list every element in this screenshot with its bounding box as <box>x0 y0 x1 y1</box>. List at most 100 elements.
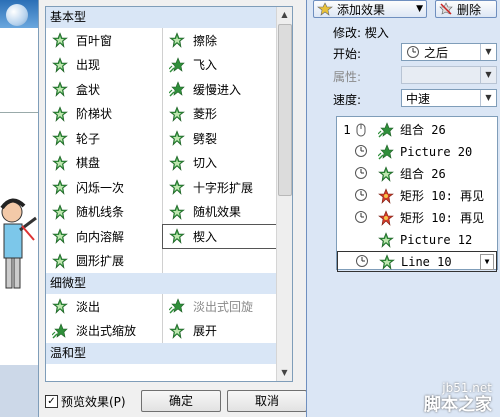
sequence-item[interactable]: 1 组合 26 <box>337 119 497 140</box>
clock-icon <box>354 166 370 182</box>
star-fly-icon <box>51 322 68 339</box>
star-effect-icon <box>52 228 68 245</box>
effect-option[interactable]: 飞入 <box>162 52 278 77</box>
animation-sequence-list[interactable]: 1 组合 26 Picture 20 组合 26 矩形 10: 再见 矩形 10: 再见 P… <box>336 116 498 272</box>
start-select[interactable]: 之后 ▼ <box>401 43 497 61</box>
chevron-down-icon: ▼ <box>480 67 496 83</box>
property-label: 属性: <box>333 70 362 84</box>
star-effect-icon <box>169 228 185 245</box>
chevron-down-icon[interactable]: ▼ <box>480 90 496 106</box>
effect-option[interactable]: 随机效果 <box>162 199 278 224</box>
sequence-item[interactable]: Picture 12 <box>337 229 497 250</box>
sequence-item-name: 组合 26 <box>400 167 446 181</box>
effect-option-label: 盒状 <box>76 82 101 97</box>
ok-button[interactable]: 确定 <box>141 390 221 412</box>
dialog-footer: ✓ 预览效果(P) 确定 取消 <box>45 390 307 412</box>
effect-option[interactable]: 轮子 <box>46 126 162 151</box>
star-effect-icon <box>52 154 68 171</box>
dropdown-arrow-icon: ▼ <box>416 4 423 14</box>
star-effect-icon <box>169 179 185 196</box>
effect-option[interactable]: 缓慢进入 <box>162 77 278 102</box>
sequence-number: 1 <box>343 122 351 137</box>
effect-list[interactable]: 基本型 百叶窗 擦除 出现 飞入盒状 缓慢进入 阶梯状 菱形 轮子 劈裂棋盘 切入 闪烁一次 十字形扩… <box>45 6 293 382</box>
effect-option[interactable]: 擦除 <box>162 28 278 53</box>
star-fly-icon <box>377 143 394 160</box>
clock-icon <box>354 210 370 226</box>
star-effect-icon <box>52 32 68 49</box>
effect-option-label: 随机线条 <box>76 205 125 220</box>
start-label: 开始: <box>333 47 362 61</box>
section-header-moderate: 温和型 <box>46 343 278 364</box>
scroll-up-arrow-icon[interactable]: ▲ <box>277 7 292 23</box>
sequence-item-name: Line 10 <box>401 254 452 269</box>
effect-option-label: 圆形扩展 <box>76 254 125 269</box>
star-effect-icon <box>52 179 68 196</box>
clock-icon <box>355 254 371 270</box>
effect-option[interactable]: 闪烁一次 <box>46 175 162 200</box>
effect-option[interactable]: 展开 <box>162 318 278 343</box>
preview-checkbox-label: 预览效果(P) <box>61 394 126 409</box>
cancel-button[interactable]: 取消 <box>227 390 307 412</box>
section-header-basic: 基本型 <box>46 7 278 28</box>
effect-option-label: 楔入 <box>193 229 218 244</box>
effect-option[interactable]: 淡出式缩放 <box>46 319 162 344</box>
speed-label: 速度: <box>333 93 362 107</box>
speed-select[interactable]: 中速 ▼ <box>401 89 497 107</box>
remove-button[interactable]: 删除 <box>435 0 497 18</box>
globe-graphic <box>6 4 28 26</box>
blank-trigger <box>354 232 370 248</box>
remove-label: 删除 <box>457 2 482 17</box>
effect-option-label: 百叶窗 <box>76 33 113 48</box>
effect-option[interactable]: 棋盘 <box>46 151 162 176</box>
watermark-brand: 脚本之家 <box>424 395 492 415</box>
chevron-down-icon[interactable]: ▼ <box>480 253 494 270</box>
chevron-down-icon[interactable]: ▼ <box>480 44 496 60</box>
add-effect-button[interactable]: 添加效果 ▼ <box>313 0 427 18</box>
star-effect-icon <box>378 231 394 248</box>
clock-icon <box>354 144 370 160</box>
effect-option[interactable]: 淡出 <box>46 294 162 319</box>
effect-option[interactable]: 百叶窗 <box>46 28 162 53</box>
effect-option[interactable]: 菱形 <box>162 101 278 126</box>
effect-option[interactable]: 出现 <box>46 53 162 78</box>
sequence-item[interactable]: 矩形 10: 再见 <box>337 185 497 206</box>
effect-option[interactable]: 圆形扩展 <box>46 249 162 274</box>
effect-option-label: 淡出式回旋 <box>193 299 254 314</box>
add-effect-label: 添加效果 <box>337 2 386 17</box>
add-entrance-effect-dialog: 基本型 百叶窗 擦除 出现 飞入盒状 缓慢进入 阶梯状 菱形 轮子 劈裂棋盘 切入 闪烁一次 十字形扩… <box>38 0 307 417</box>
effect-option[interactable]: 向内溶解 <box>46 224 162 249</box>
effect-list-scrollbar[interactable]: ▲ ▼ <box>276 7 292 381</box>
effect-option[interactable]: 楔入 <box>162 224 278 249</box>
slide-footer-band <box>0 365 38 417</box>
effect-option-label: 淡出式缩放 <box>76 324 137 339</box>
property-select: ▼ <box>401 66 497 84</box>
effect-option-label: 随机效果 <box>193 205 242 220</box>
start-value: 之后 <box>424 45 449 60</box>
scroll-down-arrow-icon[interactable]: ▼ <box>277 365 292 381</box>
empty-cell <box>162 248 278 273</box>
sequence-item[interactable]: Picture 20 <box>337 141 497 162</box>
star-effect-icon <box>52 105 68 122</box>
star-effect-icon <box>169 32 185 49</box>
preview-checkbox[interactable]: ✓ <box>45 394 58 408</box>
effect-option[interactable]: 盒状 <box>46 77 162 102</box>
effect-option[interactable]: 随机线条 <box>46 200 162 225</box>
star-effect-icon <box>169 105 185 122</box>
star-effect-icon <box>52 252 68 269</box>
effect-option[interactable]: 切入 <box>162 150 278 175</box>
star-fly-icon <box>168 56 185 73</box>
effect-option-label: 棋盘 <box>76 156 101 171</box>
scroll-thumb[interactable] <box>278 24 292 196</box>
sequence-item[interactable]: 组合 26 <box>337 163 497 184</box>
sequence-item[interactable]: 矩形 10: 再见 <box>337 207 497 228</box>
effect-option[interactable]: 淡出式回旋 <box>162 294 278 319</box>
effect-option[interactable]: 十字形扩展 <box>162 175 278 200</box>
effect-option[interactable]: 劈裂 <box>162 126 278 151</box>
modify-caption: 修改: 楔入 <box>333 26 389 40</box>
star-burst-icon <box>378 187 394 204</box>
sequence-item[interactable]: Line 10 ▼ <box>337 251 497 272</box>
effect-option-label: 劈裂 <box>193 131 218 146</box>
star-fly-icon <box>168 81 185 97</box>
star-burst-icon <box>378 209 394 226</box>
effect-option[interactable]: 阶梯状 <box>46 102 162 127</box>
